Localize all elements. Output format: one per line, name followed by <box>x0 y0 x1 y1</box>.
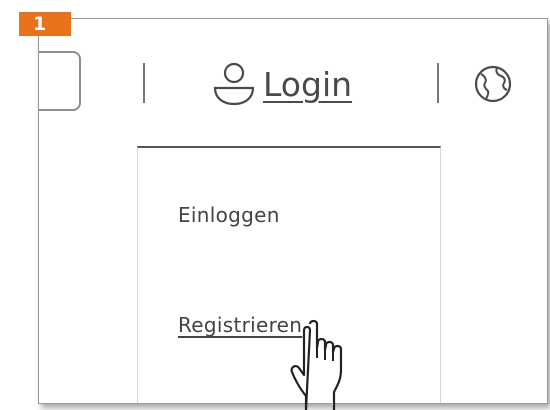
hand-pointer-icon <box>290 319 343 410</box>
menu-item-einloggen[interactable]: Einloggen <box>178 203 280 227</box>
menu-item-registrieren[interactable]: Registrieren <box>178 313 302 337</box>
login-label: Login <box>263 64 353 104</box>
login-dropdown-menu: Einloggen Registrieren <box>137 146 441 403</box>
user-icon <box>213 62 255 106</box>
step-number-badge: 1 <box>19 12 71 36</box>
header-divider <box>143 63 145 103</box>
globe-icon[interactable] <box>473 64 513 104</box>
header-divider <box>437 63 439 103</box>
login-link[interactable]: Login <box>213 54 352 114</box>
search-input[interactable] <box>39 51 81 111</box>
